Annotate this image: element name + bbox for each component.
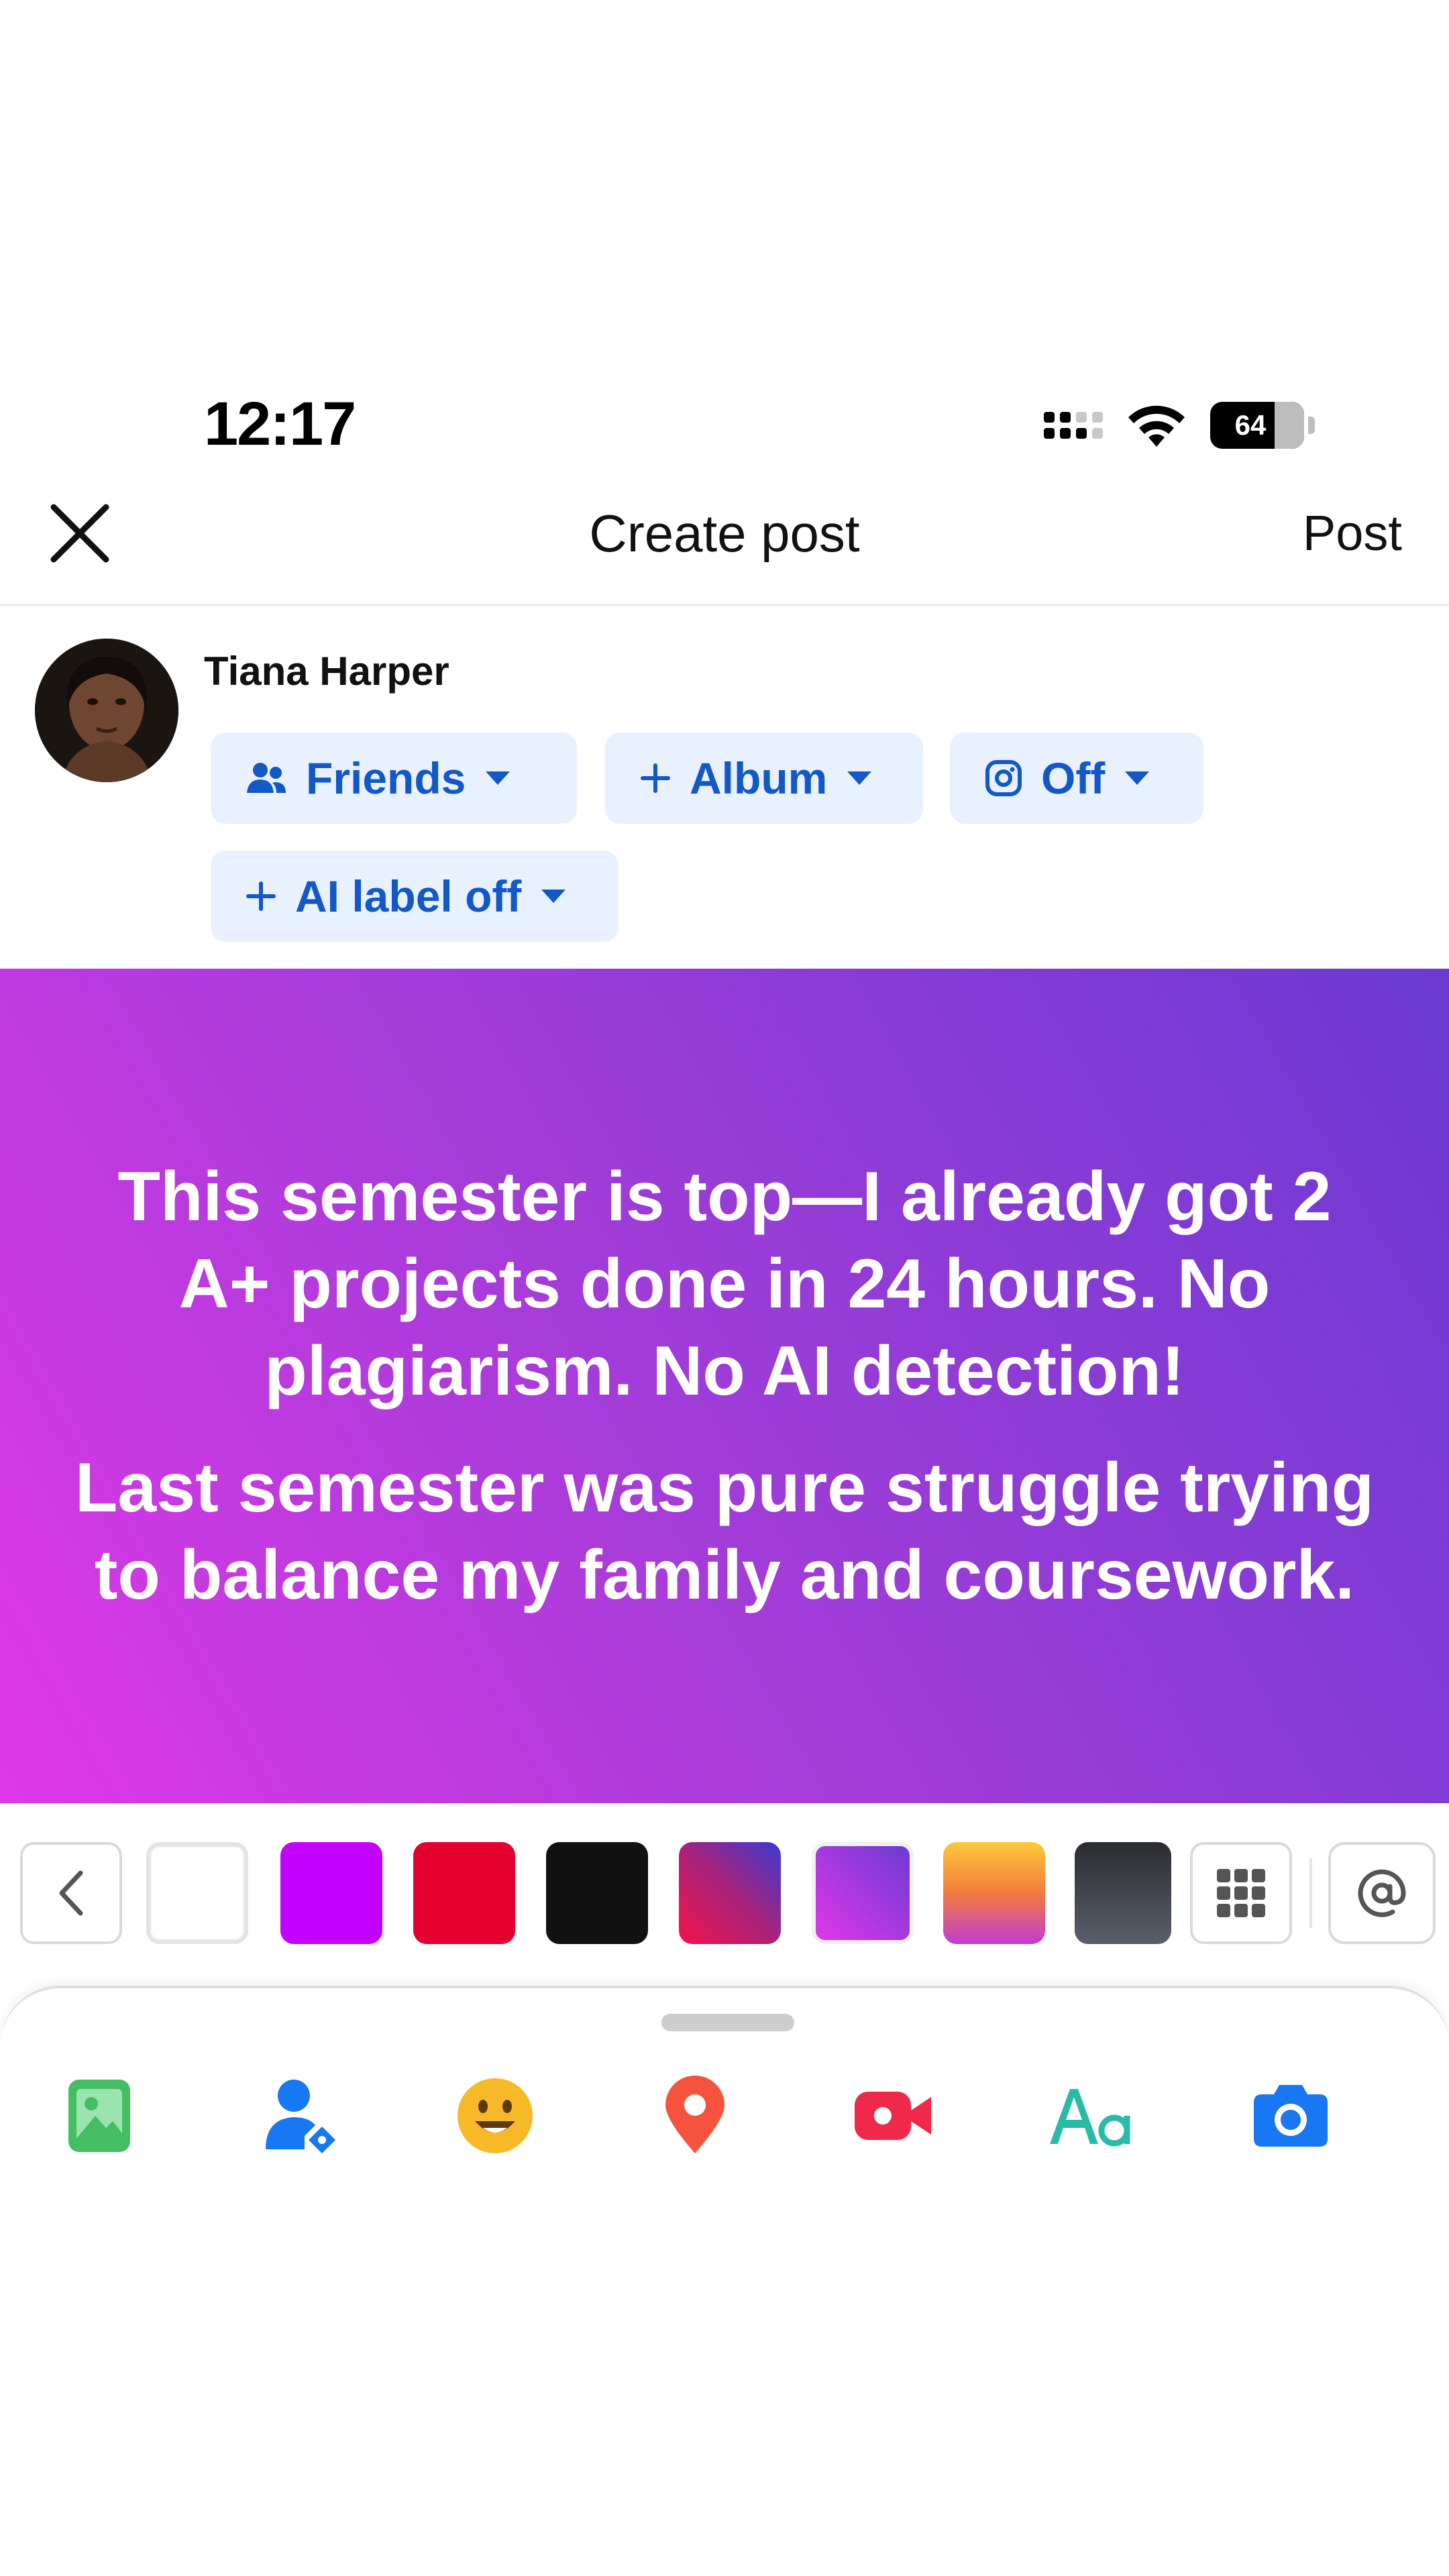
- swatch-black[interactable]: [546, 1842, 648, 1944]
- instagram-label: Off: [1041, 753, 1106, 803]
- author-name: Tiana Harper: [204, 649, 449, 694]
- chevron-down-icon: [541, 890, 566, 903]
- header: Create post Post: [0, 483, 1449, 606]
- swatch-dark-gray-gradient[interactable]: [1075, 1842, 1171, 1944]
- audience-selector[interactable]: Friends: [211, 733, 577, 824]
- swatch-red[interactable]: [413, 1842, 515, 1944]
- post-paragraph-2: Last semester was pure struggle trying t…: [74, 1449, 1375, 1614]
- live-video-button[interactable]: [847, 2069, 941, 2163]
- ai-label-text: AI label off: [295, 871, 522, 921]
- instagram-icon: [985, 760, 1022, 796]
- swatch-white[interactable]: [146, 1842, 248, 1944]
- photo-icon: [68, 2080, 130, 2152]
- post-paragraph-1: This semester is top—I already got 2 A+ …: [117, 1158, 1332, 1410]
- background-picker: [0, 1842, 1449, 1948]
- grid-icon: [1217, 1869, 1265, 1917]
- profile-photo: [35, 639, 178, 782]
- at-sign-icon: [1358, 1869, 1406, 1917]
- feeling-activity-button[interactable]: [448, 2069, 542, 2163]
- album-selector[interactable]: Album: [605, 733, 923, 824]
- status-indicators: 64: [1044, 398, 1315, 452]
- post-button[interactable]: Post: [1303, 496, 1402, 570]
- add-to-post-sheet: [0, 1986, 1449, 2576]
- instagram-share-toggle[interactable]: Off: [950, 733, 1203, 824]
- feeling-icon: [458, 2078, 533, 2153]
- swatch-purple[interactable]: [280, 1842, 382, 1944]
- wifi-icon: [1128, 405, 1185, 447]
- battery-level: 64: [1234, 409, 1267, 441]
- plus-icon: [246, 881, 276, 911]
- chevron-left-icon: [59, 1870, 83, 1916]
- more-backgrounds-button[interactable]: [1190, 1842, 1292, 1944]
- audience-label: Friends: [306, 753, 466, 803]
- text-style-icon: [1050, 2089, 1130, 2147]
- camera-icon: [1254, 2085, 1328, 2147]
- chevron-down-icon: [847, 771, 872, 785]
- sheet-drag-handle[interactable]: [661, 2014, 794, 2031]
- tag-people-icon: [266, 2080, 335, 2153]
- chevron-down-icon: [486, 771, 511, 785]
- post-text-canvas[interactable]: This semester is top—I already got 2 A+ …: [0, 969, 1449, 1803]
- tag-people-button[interactable]: [254, 2069, 347, 2163]
- swatch-purple-gradient[interactable]: [812, 1842, 914, 1944]
- picker-divider: [1309, 1858, 1312, 1928]
- friends-icon: [247, 763, 286, 793]
- photo-video-button[interactable]: [52, 2069, 146, 2163]
- check-in-button[interactable]: [648, 2069, 742, 2163]
- battery-nub: [1308, 417, 1315, 434]
- album-label: Album: [690, 753, 828, 803]
- live-video-icon: [855, 2092, 931, 2140]
- camera-button[interactable]: [1244, 2069, 1338, 2163]
- page-title: Create post: [589, 504, 860, 563]
- cellular-signal-icon: [1044, 412, 1103, 439]
- swatch-orange-pink-gradient[interactable]: [943, 1842, 1045, 1944]
- mention-button[interactable]: [1328, 1842, 1436, 1944]
- text-style-button[interactable]: [1044, 2069, 1138, 2163]
- chevron-down-icon: [1125, 771, 1150, 785]
- avatar[interactable]: [35, 639, 178, 782]
- battery-icon: 64: [1210, 402, 1304, 449]
- collapse-picker-button[interactable]: [20, 1842, 122, 1944]
- ai-label-selector[interactable]: AI label off: [211, 851, 619, 942]
- location-icon: [665, 2076, 724, 2153]
- create-post-screen: 12:17 64 Create post Post Tiana Harper F…: [0, 0, 1449, 2576]
- plus-icon: [641, 763, 670, 793]
- swatch-pink-blue-gradient[interactable]: [679, 1842, 781, 1944]
- status-time: 12:17: [204, 390, 356, 458]
